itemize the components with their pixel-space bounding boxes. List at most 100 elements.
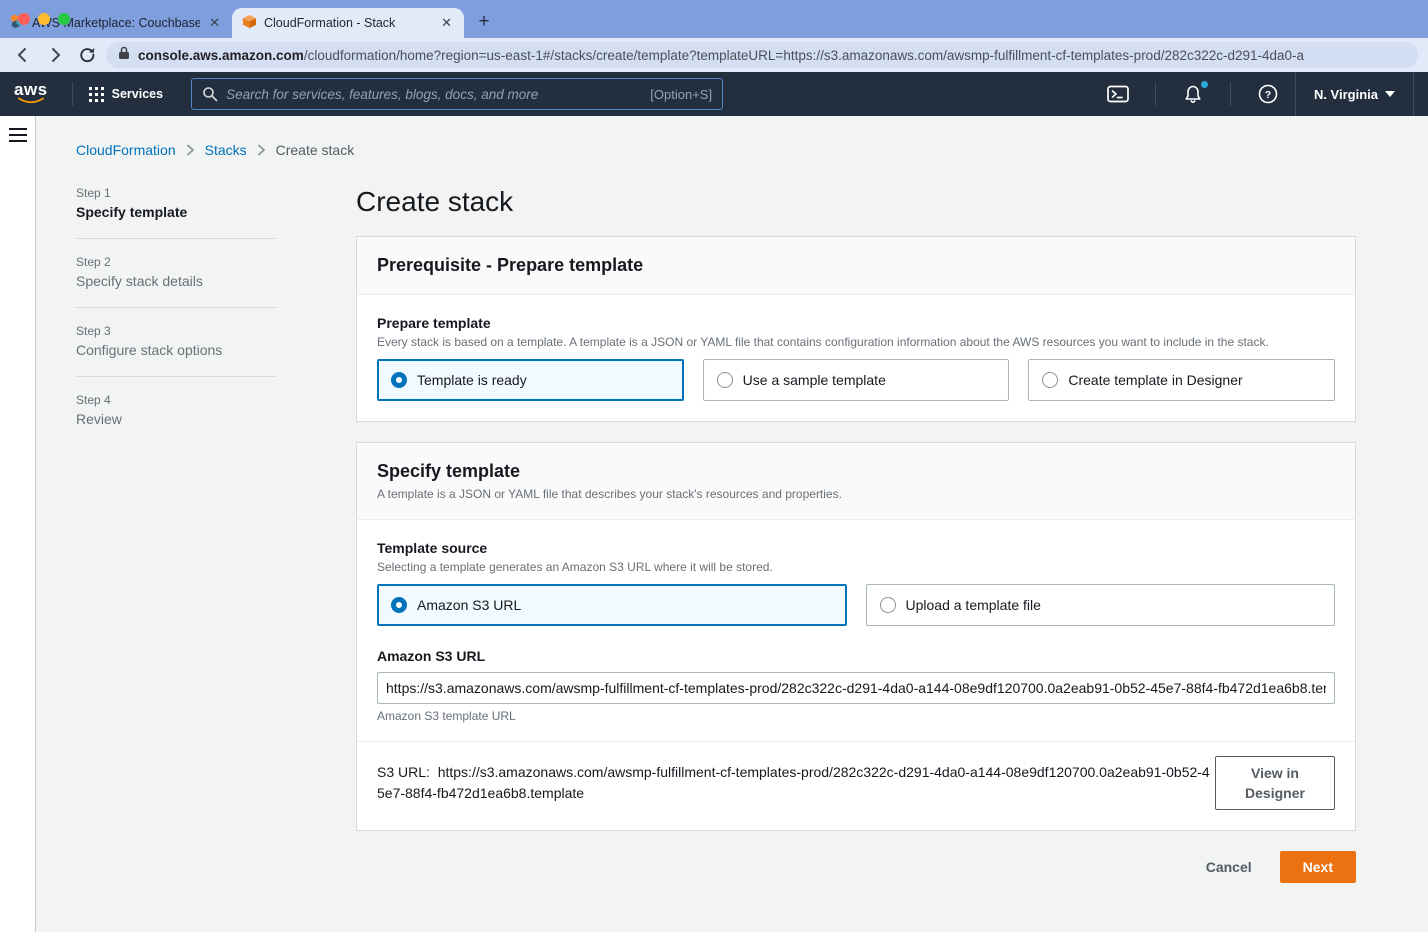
reload-button[interactable] <box>74 42 100 68</box>
region-selector[interactable]: N. Virginia <box>1295 72 1414 116</box>
chevron-right-icon <box>257 144 266 156</box>
grid-icon <box>89 87 104 102</box>
card-header: Specify template A template is a JSON or… <box>357 443 1355 520</box>
back-button[interactable] <box>10 42 36 68</box>
lock-icon <box>118 46 130 65</box>
window-minimize-button[interactable] <box>38 13 50 25</box>
breadcrumb: CloudFormation Stacks Create stack <box>76 142 1388 158</box>
menu-button[interactable] <box>9 128 27 146</box>
radio-tile-amazon-s3-url[interactable]: Amazon S3 URL <box>377 584 847 626</box>
tab-title: CloudFormation - Stack <box>264 16 432 30</box>
breadcrumb-stacks[interactable]: Stacks <box>205 142 247 158</box>
card-header: Prerequisite - Prepare template <box>357 237 1355 295</box>
specify-template-card: Specify template A template is a JSON or… <box>356 442 1356 831</box>
forward-button[interactable] <box>42 42 68 68</box>
radio-unselected-icon <box>1042 372 1058 388</box>
nav-divider <box>1230 82 1231 106</box>
step-item-specify-stack-details[interactable]: Step 2 Specify stack details <box>76 255 276 289</box>
s3-url-value: https://s3.amazonaws.com/awsmp-fulfillme… <box>377 764 1210 801</box>
wizard-actions: Cancel Next <box>356 851 1356 883</box>
aws-smile-icon <box>17 97 45 105</box>
step-divider <box>76 307 276 308</box>
step-number: Step 1 <box>76 186 276 200</box>
chevron-right-icon <box>186 144 195 156</box>
radio-tile-label: Template is ready <box>417 372 527 388</box>
notifications-button[interactable] <box>1166 72 1220 116</box>
breadcrumb-current: Create stack <box>276 142 355 158</box>
step-number: Step 4 <box>76 393 276 407</box>
browser-tab-strip: AWS Marketplace: Couchbase ✕ CloudFormat… <box>0 0 1428 38</box>
template-source-options: Amazon S3 URL Upload a template file <box>377 584 1335 626</box>
wizard-steps-nav: Step 1 Specify template Step 2 Specify s… <box>76 186 276 883</box>
step-number: Step 2 <box>76 255 276 269</box>
tab-close-icon[interactable]: ✕ <box>207 15 222 31</box>
step-item-configure-stack-options[interactable]: Step 3 Configure stack options <box>76 324 276 358</box>
window-zoom-button[interactable] <box>58 13 70 25</box>
services-label: Services <box>112 87 163 101</box>
step-title: Specify template <box>76 204 276 220</box>
radio-tile-label: Use a sample template <box>743 372 886 388</box>
radio-unselected-icon <box>717 372 733 388</box>
radio-tile-upload-template-file[interactable]: Upload a template file <box>866 584 1336 626</box>
services-menu[interactable]: Services <box>83 87 169 102</box>
global-search[interactable]: [Option+S] <box>191 78 723 110</box>
aws-logo[interactable]: aws <box>14 83 48 105</box>
radio-selected-icon <box>391 597 407 613</box>
card-body: Prepare template Every stack is based on… <box>357 295 1355 421</box>
nav-divider <box>1155 82 1156 106</box>
search-icon <box>202 86 218 102</box>
template-source-label: Template source <box>377 540 1335 556</box>
view-in-designer-button[interactable]: View in Designer <box>1215 756 1335 810</box>
wizard-main-column: Create stack Prerequisite - Prepare temp… <box>356 186 1356 883</box>
region-label: N. Virginia <box>1314 87 1378 102</box>
radio-tile-use-sample-template[interactable]: Use a sample template <box>703 359 1010 401</box>
url-domain: console.aws.amazon.com <box>138 48 304 63</box>
radio-tile-label: Amazon S3 URL <box>417 597 521 613</box>
step-item-specify-template[interactable]: Step 1 Specify template <box>76 186 276 220</box>
help-button[interactable]: ? <box>1241 72 1295 116</box>
browser-toolbar: console.aws.amazon.com/cloudformation/ho… <box>0 38 1428 72</box>
radio-selected-icon <box>391 372 407 388</box>
amazon-s3-url-input[interactable] <box>377 672 1335 704</box>
prerequisite-card: Prerequisite - Prepare template Prepare … <box>356 236 1356 422</box>
amazon-s3-url-label: Amazon S3 URL <box>377 648 1335 664</box>
step-item-review[interactable]: Step 4 Review <box>76 393 276 427</box>
prepare-template-description: Every stack is based on a template. A te… <box>377 335 1335 349</box>
url-path: /cloudformation/home?region=us-east-1#/s… <box>304 48 1304 63</box>
prepare-template-options: Template is ready Use a sample template … <box>377 359 1335 401</box>
new-tab-button[interactable]: + <box>470 8 498 36</box>
step-title: Configure stack options <box>76 342 276 358</box>
template-source-description: Selecting a template generates an Amazon… <box>377 560 1335 574</box>
search-input[interactable] <box>226 87 642 102</box>
window-close-button[interactable] <box>18 13 30 25</box>
cancel-button[interactable]: Cancel <box>1206 859 1252 875</box>
breadcrumb-cloudformation[interactable]: CloudFormation <box>76 142 176 158</box>
page-title: Create stack <box>356 186 1356 218</box>
card-body: Template source Selecting a template gen… <box>357 520 1355 830</box>
address-bar[interactable]: console.aws.amazon.com/cloudformation/ho… <box>106 42 1418 68</box>
radio-tile-template-is-ready[interactable]: Template is ready <box>377 359 684 401</box>
s3-url-label: S3 URL: <box>377 764 430 780</box>
step-divider <box>76 376 276 377</box>
cloudshell-button[interactable] <box>1091 72 1145 116</box>
card-title: Prerequisite - Prepare template <box>377 255 1335 276</box>
radio-unselected-icon <box>880 597 896 613</box>
side-nav-strip <box>0 116 36 932</box>
url-text: console.aws.amazon.com/cloudformation/ho… <box>138 48 1304 63</box>
caret-down-icon <box>1385 91 1395 97</box>
step-title: Review <box>76 411 276 427</box>
svg-text:?: ? <box>1265 89 1271 101</box>
question-icon: ? <box>1257 83 1279 105</box>
radio-tile-create-template-in-designer[interactable]: Create template in Designer <box>1028 359 1335 401</box>
radio-tile-label: Upload a template file <box>906 597 1041 613</box>
tab-close-icon[interactable]: ✕ <box>439 15 454 31</box>
card-subtitle: A template is a JSON or YAML file that d… <box>377 487 1335 501</box>
nav-divider <box>72 82 73 106</box>
window-controls <box>18 13 70 25</box>
s3-url-summary-row: S3 URL: https://s3.amazonaws.com/awsmp-f… <box>377 742 1335 810</box>
step-divider <box>76 238 276 239</box>
next-button[interactable]: Next <box>1280 851 1356 883</box>
radio-tile-label: Create template in Designer <box>1068 372 1242 388</box>
card-title: Specify template <box>377 461 1335 482</box>
browser-tab-cloudformation[interactable]: CloudFormation - Stack ✕ <box>232 8 464 38</box>
